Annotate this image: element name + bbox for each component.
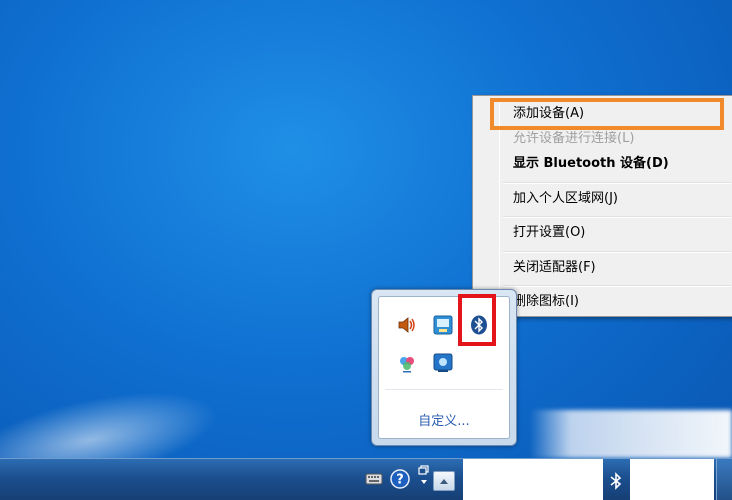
- keyboard-icon[interactable]: [364, 469, 384, 489]
- menu-gutter: [499, 98, 500, 314]
- overflow-panel-content: 自定义...: [378, 296, 510, 439]
- help-icon[interactable]: ?: [390, 469, 410, 489]
- speaker-icon[interactable]: [396, 314, 418, 336]
- menu-item-turn-off-adapter[interactable]: 关闭适配器(F): [513, 257, 729, 279]
- menu-item-join-pan[interactable]: 加入个人区域网(J): [513, 188, 729, 210]
- bluetooth-small-icon[interactable]: [606, 471, 626, 491]
- blurred-region: [530, 410, 732, 458]
- menu-separator: [503, 285, 731, 287]
- menu-separator: [503, 216, 731, 218]
- menu-item-add-device[interactable]: 添加设备(A): [513, 103, 729, 125]
- color-flower-icon[interactable]: [396, 352, 418, 374]
- panel-divider: [385, 389, 503, 390]
- customize-link[interactable]: 自定义...: [379, 410, 509, 429]
- taskbar: ?: [0, 458, 732, 500]
- menu-item-open-settings[interactable]: 打开设置(O): [513, 222, 729, 244]
- display-icon[interactable]: [432, 352, 454, 374]
- redacted-area: [630, 459, 714, 500]
- show-hidden-icons-button[interactable]: [433, 471, 455, 491]
- menu-item-show-devices[interactable]: 显示 Bluetooth 设备(D): [513, 153, 729, 175]
- action-center-icon[interactable]: [414, 465, 434, 485]
- bluetooth-icon[interactable]: [468, 314, 490, 336]
- menu-separator: [503, 251, 731, 253]
- show-desktop-button[interactable]: [716, 459, 732, 500]
- menu-item-remove-icon[interactable]: 删除图标(I): [513, 291, 729, 313]
- menu-separator: [503, 182, 731, 184]
- redacted-area: [463, 459, 603, 500]
- svg-text:?: ?: [396, 473, 404, 488]
- network-monitor-icon[interactable]: [432, 314, 454, 336]
- menu-item-allow-connect: 允许设备进行连接(L): [513, 131, 635, 146]
- chevron-up-icon: [440, 479, 448, 484]
- notification-overflow-panel: 自定义...: [371, 289, 517, 446]
- bluetooth-context-menu: 添加设备(A) 允许设备进行连接(L) 显示 Bluetooth 设备(D) 加…: [472, 95, 732, 317]
